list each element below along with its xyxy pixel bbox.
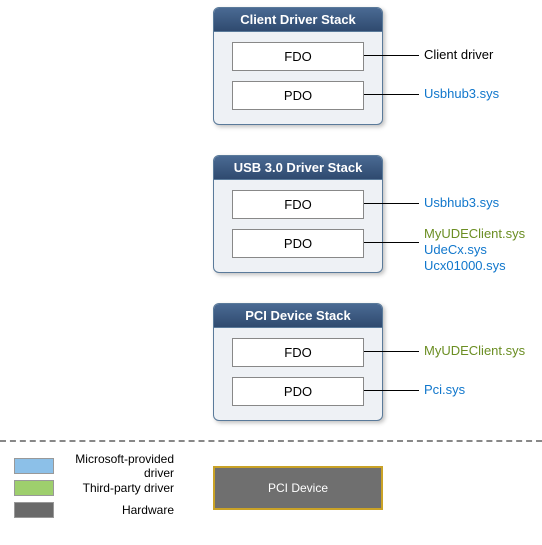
connector-line	[364, 351, 419, 352]
fdo-slot: FDO	[232, 190, 364, 219]
stack-body: FDO PDO	[214, 180, 382, 272]
fdo-slot: FDO	[232, 338, 364, 367]
legend-row-ms: Microsoft-provided driver	[14, 455, 174, 477]
pci-device-box: PCI Device	[213, 466, 383, 510]
stack-body: FDO PDO	[214, 32, 382, 124]
driver-label: Usbhub3.sys	[424, 195, 499, 211]
usb30-driver-stack: USB 3.0 Driver Stack FDO PDO	[213, 155, 383, 273]
driver-label: Usbhub3.sys	[424, 86, 499, 102]
driver-label: Client driver	[424, 47, 493, 63]
connector-line	[364, 242, 419, 243]
divider-dashed	[0, 440, 542, 442]
pci-device-label: PCI Device	[268, 481, 328, 495]
swatch-hardware-icon	[14, 502, 54, 518]
connector-line	[364, 203, 419, 204]
legend: Microsoft-provided driver Third-party dr…	[14, 455, 174, 521]
swatch-thirdparty-icon	[14, 480, 54, 496]
stack-title: USB 3.0 Driver Stack	[214, 156, 382, 180]
legend-text: Third-party driver	[64, 481, 174, 495]
legend-row-thirdparty: Third-party driver	[14, 477, 174, 499]
stack-title: PCI Device Stack	[214, 304, 382, 328]
stack-body: FDO PDO	[214, 328, 382, 420]
pci-device-stack: PCI Device Stack FDO PDO	[213, 303, 383, 421]
connector-line	[364, 390, 419, 391]
driver-label: MyUDEClient.sys	[424, 343, 525, 359]
connector-line	[364, 55, 419, 56]
pdo-slot: PDO	[232, 377, 364, 406]
stack-title: Client Driver Stack	[214, 8, 382, 32]
legend-text: Microsoft-provided driver	[64, 452, 174, 480]
pdo-slot: PDO	[232, 81, 364, 110]
driver-label: Pci.sys	[424, 382, 465, 398]
fdo-slot: FDO	[232, 42, 364, 71]
connector-line	[364, 94, 419, 95]
client-driver-stack: Client Driver Stack FDO PDO	[213, 7, 383, 125]
swatch-ms-icon	[14, 458, 54, 474]
pdo-slot: PDO	[232, 229, 364, 258]
legend-text: Hardware	[64, 503, 174, 517]
driver-label: MyUDEClient.sys UdeCx.sys Ucx01000.sys	[424, 226, 525, 274]
legend-row-hardware: Hardware	[14, 499, 174, 521]
